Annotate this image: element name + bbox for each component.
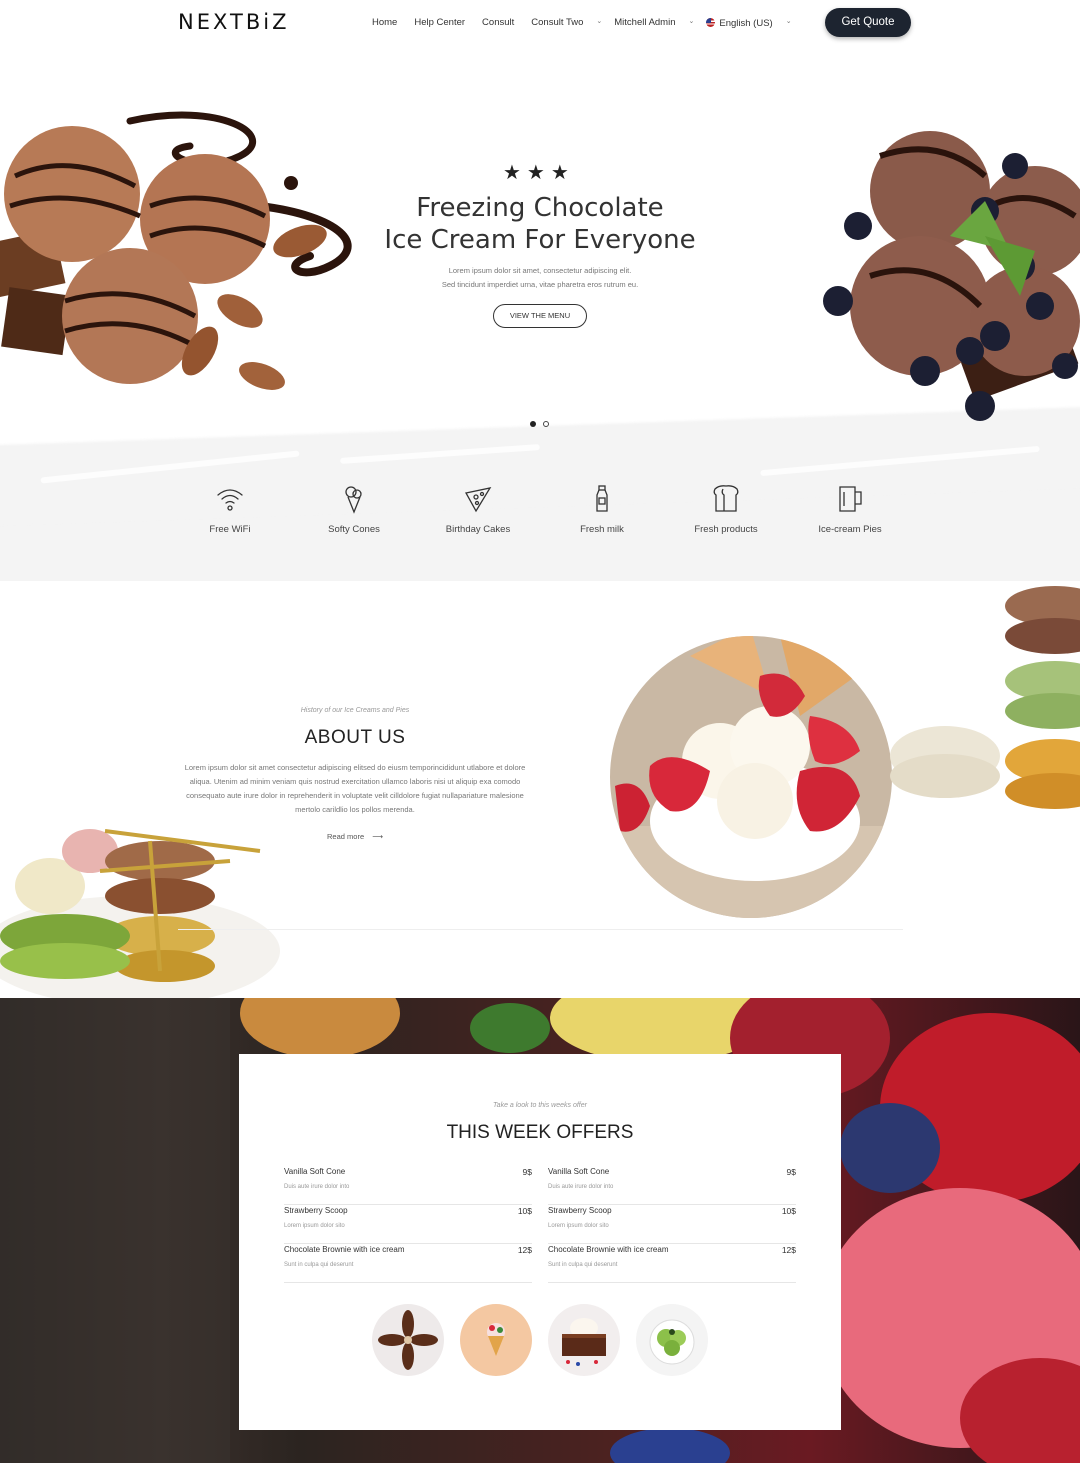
rating-stars: ★★★ <box>503 162 575 184</box>
macarons-left-image <box>0 829 280 998</box>
pizza-slice-icon <box>465 487 492 513</box>
hero-section: ★★★ Freezing Chocolate Ice Cream For Eve… <box>0 46 1080 581</box>
feature-label: Birthday Cakes <box>445 524 511 535</box>
hero-subtitle-line: Lorem ipsum dolor sit amet, consectetur … <box>448 266 632 275</box>
offers-list-right: Vanilla Soft Cone 9$ Duis aute irure dol… <box>548 1166 796 1283</box>
carousel-dot-active[interactable] <box>530 421 536 427</box>
about-title: ABOUT US <box>304 727 406 748</box>
offer-price: 9$ <box>522 1167 532 1177</box>
offer-name: Chocolate Brownie with ice cream <box>284 1245 405 1254</box>
strawberry-vanilla-ice-cream-image <box>610 636 892 918</box>
feature-label: Softy Cones <box>328 524 380 535</box>
brownie-ice-cream-image <box>548 1304 620 1376</box>
view-menu-button[interactable]: VIEW THE MENU <box>493 304 587 328</box>
offer-description: Sunt in culpa qui deserunt <box>548 1262 618 1268</box>
nav-item-home[interactable]: Home <box>372 17 397 29</box>
offer-description: Lorem ipsum dolor sito <box>284 1223 345 1229</box>
offers-section: Take a look to this weeks offer THIS WEE… <box>0 998 1080 1463</box>
hero-subtitle: Lorem ipsum dolor sit amet, consectetur … <box>380 264 700 292</box>
feature-birthday-cakes: Birthday Cakes <box>428 484 528 535</box>
language-selector[interactable]: English (US) <box>706 17 773 29</box>
chocolate-ice-cream-image <box>0 111 352 390</box>
chocolate-popsicles-image <box>372 1304 444 1376</box>
ice-cream-cone-image <box>460 1304 532 1376</box>
nav-item-consult[interactable]: Consult <box>482 17 514 29</box>
about-kicker: History of our Ice Creams and Pies <box>300 707 410 714</box>
section-divider <box>178 929 903 930</box>
hero-title-line: Freezing Chocolate <box>416 193 664 223</box>
offer-price: 10$ <box>781 1206 796 1216</box>
offer-price: 12$ <box>781 1245 796 1255</box>
offer-item: Chocolate Brownie with ice cream 12$ Sun… <box>284 1244 532 1283</box>
offer-item: Chocolate Brownie with ice cream 12$ Sun… <box>548 1244 796 1283</box>
offer-name: Vanilla Soft Cone <box>284 1167 346 1176</box>
feature-label: Fresh milk <box>580 524 624 535</box>
arrow-right-icon: ⟶ <box>372 832 383 841</box>
offers-list-left: Vanilla Soft Cone 9$ Duis aute irure dol… <box>284 1166 532 1283</box>
feature-label: Ice-cream Pies <box>818 524 882 535</box>
chevron-down-icon[interactable]: ⌄ <box>689 17 695 29</box>
logo[interactable]: NEXTBiZ <box>178 10 289 34</box>
milk-bottle-icon <box>596 485 608 512</box>
feature-fresh-milk: Fresh milk <box>552 484 652 535</box>
offer-item: Strawberry Scoop 10$ Lorem ipsum dolor s… <box>284 1205 532 1244</box>
offers-kicker: Take a look to this weeks offer <box>493 1102 587 1109</box>
feature-softy-cones: Softy Cones <box>304 484 404 535</box>
language-label: English (US) <box>719 18 773 29</box>
pistachio-ice-cream-image <box>636 1304 708 1376</box>
nav-item-consult-two[interactable]: Consult Two <box>531 17 583 29</box>
nav-item-help-center[interactable]: Help Center <box>414 17 465 29</box>
site-header: NEXTBiZ Home Help Center Consult Consult… <box>0 0 1080 46</box>
offer-thumbnail-pistachio[interactable] <box>636 1304 708 1376</box>
offer-item: Vanilla Soft Cone 9$ Duis aute irure dol… <box>548 1166 796 1205</box>
offer-description: Lorem ipsum dolor sito <box>548 1223 609 1229</box>
offer-item: Strawberry Scoop 10$ Lorem ipsum dolor s… <box>548 1205 796 1244</box>
offer-price: 12$ <box>517 1245 532 1255</box>
offer-name: Strawberry Scoop <box>284 1206 348 1215</box>
feature-fresh-products: Fresh products <box>676 484 776 535</box>
blueberry-chocolate-ice-cream-image <box>823 131 1080 421</box>
about-text: Lorem ipsum dolor sit amet consectetur a… <box>184 763 526 814</box>
offer-name: Strawberry Scoop <box>548 1206 612 1215</box>
offer-thumbnail-chocolate-bars[interactable] <box>372 1304 444 1376</box>
offer-price: 9$ <box>786 1167 796 1177</box>
hero-title-line: Ice Cream For Everyone <box>384 225 696 255</box>
us-flag-icon <box>706 18 716 27</box>
read-more-link[interactable]: Read more ⟶ <box>300 832 410 841</box>
offer-name: Vanilla Soft Cone <box>548 1167 610 1176</box>
carousel-dot[interactable] <box>543 421 549 427</box>
read-more-label: Read more <box>327 832 365 841</box>
feature-label: Free WiFi <box>209 524 251 535</box>
hero-title: Freezing Chocolate Ice Cream For Everyon… <box>340 192 740 256</box>
offer-price: 10$ <box>517 1206 532 1216</box>
macarons-right-image <box>890 586 1080 809</box>
offer-thumbnail-cone[interactable] <box>460 1304 532 1376</box>
bread-icon <box>713 485 739 512</box>
offer-name: Chocolate Brownie with ice cream <box>548 1245 669 1254</box>
user-menu[interactable]: Mitchell Admin <box>614 17 675 29</box>
ice-cream-cone-icon <box>345 486 362 514</box>
feature-free-wifi: Free WiFi <box>180 484 280 535</box>
wifi-icon <box>217 489 243 511</box>
offer-thumbnail-brownie[interactable] <box>548 1304 620 1376</box>
feature-label: Fresh products <box>694 524 758 535</box>
offer-item: Vanilla Soft Cone 9$ Duis aute irure dol… <box>284 1166 532 1205</box>
chevron-down-icon[interactable]: ⌄ <box>786 17 792 29</box>
main-nav: Home Help Center Consult Consult Two ⌄ M… <box>372 17 804 29</box>
offers-card: Take a look to this weeks offer THIS WEE… <box>239 1054 841 1430</box>
offer-description: Duis aute irure dolor into <box>548 1184 614 1190</box>
chevron-down-icon[interactable]: ⌄ <box>596 17 602 29</box>
hero-subtitle-line: Sed tincidunt imperdiet urna, vitae phar… <box>441 280 639 289</box>
mug-icon <box>839 486 862 512</box>
offer-description: Sunt in culpa qui deserunt <box>284 1262 354 1268</box>
offer-description: Duis aute irure dolor into <box>284 1184 350 1190</box>
get-quote-button[interactable]: Get Quote <box>825 8 911 37</box>
offers-title: THIS WEEK OFFERS <box>446 1122 634 1143</box>
about-section: History of our Ice Creams and Pies ABOUT… <box>0 581 1080 998</box>
feature-ice-cream-pies: Ice-cream Pies <box>800 484 900 535</box>
